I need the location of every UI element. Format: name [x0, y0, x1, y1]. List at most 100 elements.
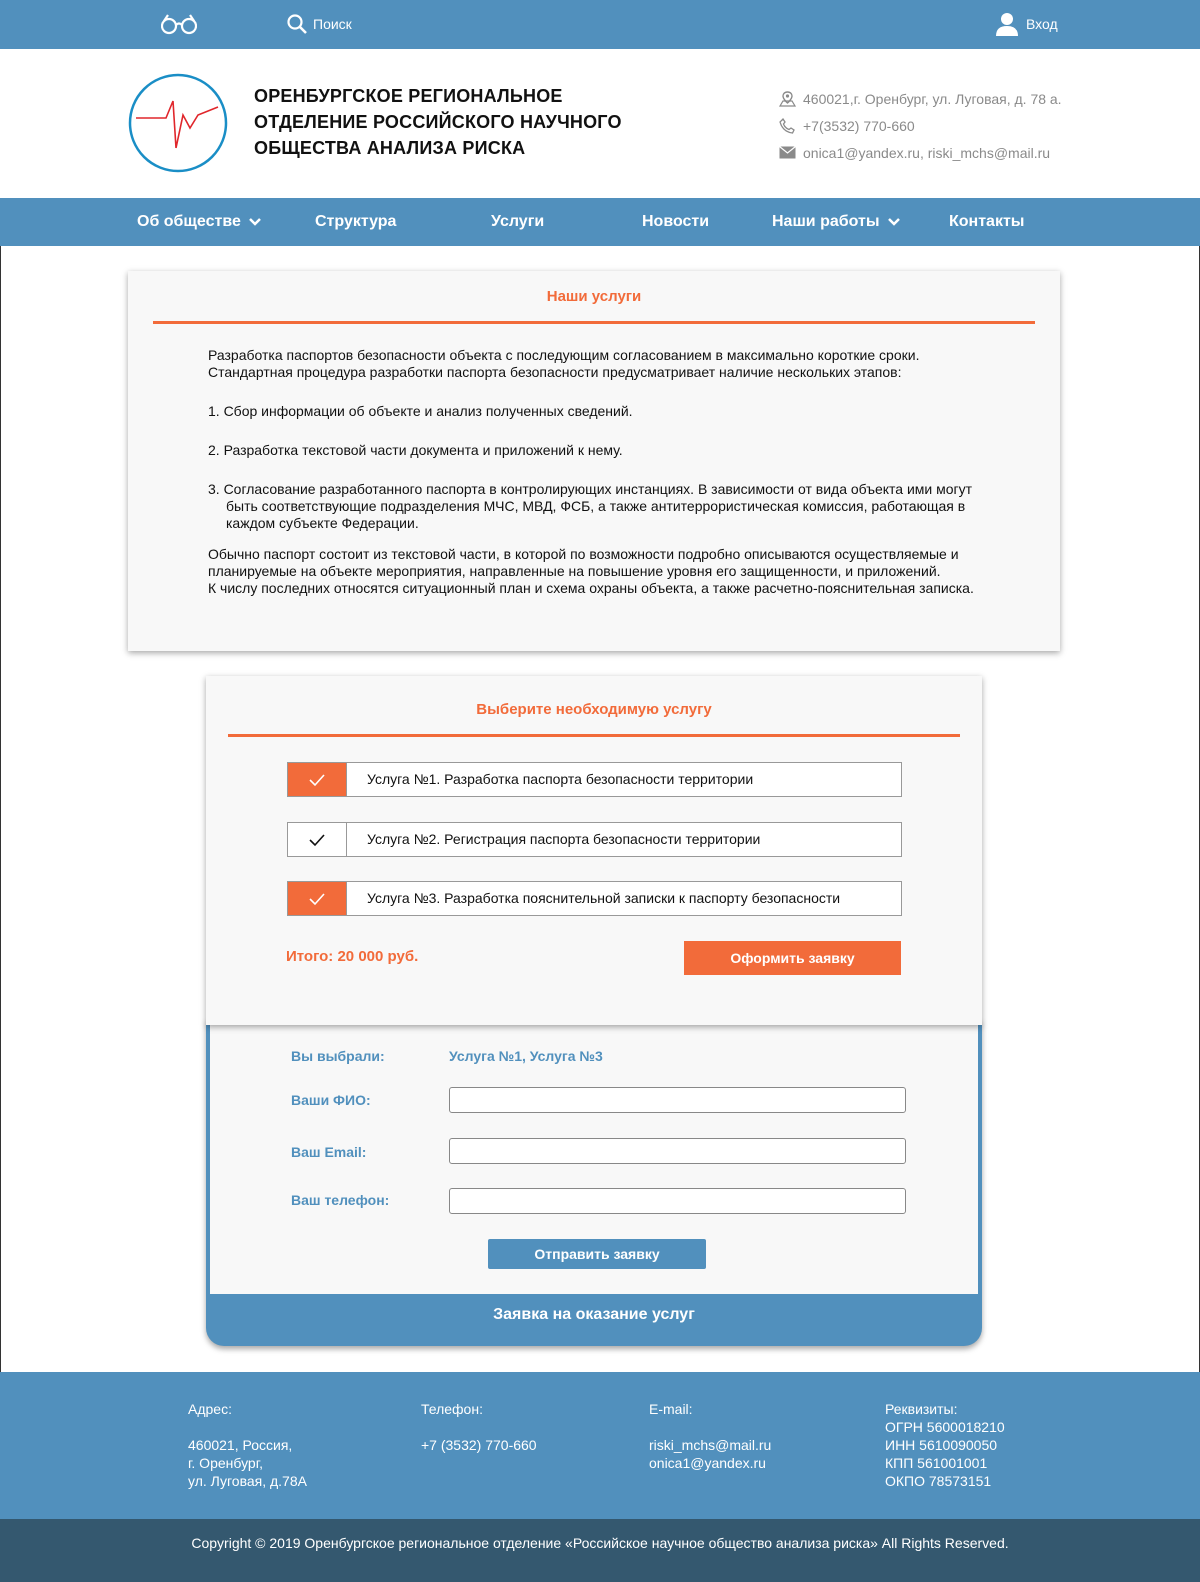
- name-label: Ваши ФИО:: [291, 1092, 371, 1108]
- footer-phone-value[interactable]: +7 (3532) 770-660: [421, 1436, 537, 1454]
- footer-address: Адрес: 460021, Россия, г. Оренбург, ул. …: [188, 1400, 307, 1490]
- search-label: Поиск: [313, 16, 352, 32]
- chevron-down-icon: [248, 218, 261, 226]
- copyright-text: Copyright © 2019 Оренбургское региональн…: [191, 1535, 1009, 1551]
- services-description: Разработка паспортов безопасности объект…: [208, 347, 1008, 597]
- total-price: Итого: 20 000 руб.: [286, 948, 419, 965]
- nav-label: Услуги: [491, 213, 545, 230]
- service-option-3[interactable]: Услуга №3. Разработка пояснительной запи…: [287, 881, 902, 916]
- service-label: Услуга №1. Разработка паспорта безопасно…: [367, 771, 754, 787]
- page-border-left: [0, 246, 1, 1372]
- footer-phone: Телефон: +7 (3532) 770-660: [421, 1400, 537, 1454]
- footer-text: ОГРН 5600018210: [885, 1419, 1005, 1435]
- login-link[interactable]: Вход: [996, 12, 1058, 36]
- paragraph-line: Разработка паспортов безопасности объект…: [208, 347, 920, 363]
- footer-text: ул. Луговая, д.78А: [188, 1473, 307, 1489]
- footer-text: 460021, Россия,: [188, 1437, 293, 1453]
- checkbox-unchecked[interactable]: [288, 823, 347, 856]
- send-request-button[interactable]: Отправить заявку: [488, 1239, 706, 1269]
- nav-item-news[interactable]: Новости: [642, 198, 709, 246]
- email-input[interactable]: [449, 1138, 906, 1164]
- service-label: Услуга №3. Разработка пояснительной запи…: [367, 890, 841, 906]
- nav-item-contacts[interactable]: Контакты: [949, 198, 1024, 246]
- title-divider: [228, 734, 960, 737]
- footer-requisites: Реквизиты: ОГРН 5600018210 ИНН 561009005…: [885, 1400, 1005, 1490]
- step-3-cont: каждом субъекте Федерации.: [226, 515, 419, 531]
- footer-text: ОКПО 78573151: [885, 1473, 992, 1489]
- footer-email-link[interactable]: riski_mchs@mail.ru: [649, 1436, 771, 1454]
- site-footer: Адрес: 460021, Россия, г. Оренбург, ул. …: [0, 1372, 1200, 1519]
- nav-label: Структура: [315, 213, 397, 230]
- step-3: 3. Согласование разработанного паспорта …: [208, 481, 973, 497]
- step-3-cont: быть соответствующие подразделения МЧС, …: [226, 498, 966, 514]
- nav-item-services[interactable]: Услуги: [491, 198, 544, 246]
- footer-heading: Адрес:: [188, 1401, 232, 1417]
- footer-text: ИНН 5610090050: [885, 1437, 998, 1453]
- checkmark-icon: [309, 773, 325, 786]
- chosen-services: Услуга №1, Услуга №3: [449, 1048, 603, 1064]
- title-line-1: ОРЕНБУРГСКОЕ РЕГИОНАЛЬНОЕ: [254, 86, 563, 106]
- nav-label: Новости: [642, 213, 710, 230]
- header-phone[interactable]: +7(3532) 770-660: [803, 118, 915, 134]
- selection-title: Выберите необходимую услугу: [476, 701, 712, 718]
- services-title: Наши услуги: [546, 288, 642, 305]
- service-option-1[interactable]: Услуга №1. Разработка паспорта безопасно…: [287, 762, 902, 797]
- nav-item-structure[interactable]: Структура: [315, 198, 396, 246]
- name-input[interactable]: [449, 1087, 906, 1113]
- service-option-2[interactable]: Услуга №2. Регистрация паспорта безопасн…: [287, 822, 902, 857]
- email-label: Ваш Email:: [291, 1144, 367, 1160]
- user-icon: [996, 13, 1018, 36]
- services-card: Наши услуги Разработка паспортов безопас…: [128, 271, 1060, 651]
- search-icon: [287, 14, 307, 34]
- location-icon: [779, 90, 796, 107]
- header-address: 460021,г. Оренбург, ул. Луговая, д. 78 а…: [803, 90, 1062, 107]
- phone-label: Ваш телефон:: [291, 1192, 390, 1208]
- checkbox-checked[interactable]: [288, 882, 347, 915]
- footer-text: КПП 561001001: [885, 1455, 988, 1471]
- checkbox-checked[interactable]: [288, 763, 347, 796]
- glasses-icon[interactable]: [160, 13, 198, 40]
- request-form-card: Вы выбрали: Услуга №1, Услуга №3 Ваши ФИ…: [206, 1020, 982, 1346]
- title-divider: [153, 321, 1035, 324]
- title-line-2: ОТДЕЛЕНИЕ РОССИЙСКОГО НАУЧНОГО: [254, 112, 622, 132]
- copyright-bar: Copyright © 2019 Оренбургское региональн…: [0, 1519, 1200, 1582]
- phone-icon: [779, 117, 795, 134]
- email-row: onica1@yandex.ru, riski_mchs@mail.ru: [779, 139, 1062, 166]
- step-2: 2. Разработка текстовой части документа …: [208, 442, 623, 458]
- footer-heading: E-mail:: [649, 1401, 693, 1417]
- title-line-3: ОБЩЕСТВА АНАЛИЗА РИСКА: [254, 138, 526, 158]
- footer-text: г. Оренбург,: [188, 1455, 263, 1471]
- nav-label: Наши работы: [772, 213, 880, 230]
- logo[interactable]: [128, 73, 228, 173]
- paragraph-line: планируемые на объекте мероприятия, напр…: [208, 563, 941, 579]
- paragraph-line: К числу последних относятся ситуационный…: [208, 580, 974, 596]
- checkmark-icon: [309, 833, 325, 846]
- footer-heading: Реквизиты:: [885, 1401, 958, 1417]
- step-1: 1. Сбор информации об объекте и анализ п…: [208, 403, 633, 419]
- phone-row: +7(3532) 770-660: [779, 112, 1062, 139]
- nav-label: Об обществе: [137, 213, 241, 230]
- header-email[interactable]: onica1@yandex.ru, riski_mchs@mail.ru: [803, 145, 1050, 161]
- phone-input[interactable]: [449, 1188, 906, 1214]
- footer-heading: Телефон:: [421, 1401, 483, 1417]
- top-bar: Поиск Вход: [0, 0, 1200, 49]
- nav-label: Контакты: [949, 213, 1025, 230]
- header-contacts: 460021,г. Оренбург, ул. Луговая, д. 78 а…: [779, 85, 1062, 166]
- paragraph-line: Обычно паспорт состоит из текстовой част…: [208, 546, 959, 562]
- site-header: ОРЕНБУРГСКОЕ РЕГИОНАЛЬНОЕ ОТДЕЛЕНИЕ РОСС…: [0, 49, 1200, 198]
- form-body: Вы выбрали: Услуга №1, Услуга №3 Ваши ФИ…: [210, 1020, 978, 1294]
- nav-item-works[interactable]: Наши работы: [772, 198, 900, 246]
- main-navigation: Об обществе Структура Услуги Новости Наш…: [0, 198, 1200, 246]
- mail-icon: [779, 146, 796, 159]
- chosen-label: Вы выбрали:: [291, 1048, 385, 1064]
- service-selection-card: Выберите необходимую услугу Услуга №1. Р…: [206, 676, 982, 1025]
- login-label: Вход: [1026, 16, 1058, 32]
- address-row: 460021,г. Оренбург, ул. Луговая, д. 78 а…: [779, 85, 1062, 112]
- order-button[interactable]: Оформить заявку: [684, 941, 901, 975]
- search-link[interactable]: Поиск: [287, 14, 352, 34]
- nav-item-about[interactable]: Об обществе: [137, 198, 261, 246]
- footer-email-link[interactable]: onica1@yandex.ru: [649, 1454, 771, 1472]
- organization-title: ОРЕНБУРГСКОЕ РЕГИОНАЛЬНОЕ ОТДЕЛЕНИЕ РОСС…: [254, 83, 674, 161]
- service-label: Услуга №2. Регистрация паспорта безопасн…: [367, 831, 761, 847]
- paragraph-line: Стандартная процедура разработки паспорт…: [208, 364, 902, 380]
